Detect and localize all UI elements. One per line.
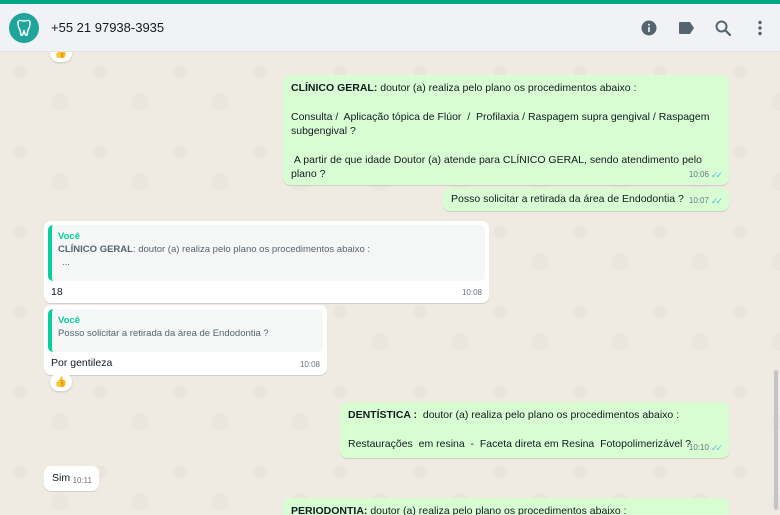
message-meta: 10:08 bbox=[462, 286, 482, 301]
quote-text: Posso solicitar a retirada da área de En… bbox=[58, 328, 269, 339]
message-text-part: doutor (a) realiza pelo plano os procedi… bbox=[417, 409, 680, 421]
message-time: 10:08 bbox=[299, 359, 320, 369]
read-ticks-icon: ✓✓ bbox=[710, 442, 723, 453]
message-text-part: doutor (a) realiza pelo plano os procedi… bbox=[377, 82, 637, 94]
message-text: A partir de que idade Doutor (a) atende … bbox=[291, 153, 705, 181]
message-incoming[interactable]: Você CLÍNICO GERAL: doutor (a) realiza p… bbox=[44, 221, 489, 303]
quoted-message[interactable]: Você CLÍNICO GERAL: doutor (a) realiza p… bbox=[48, 225, 485, 281]
quoted-message[interactable]: Você Posso solicitar a retirada da área … bbox=[48, 309, 323, 352]
quote-text: CLÍNICO GERAL: doutor (a) realiza pelo p… bbox=[58, 243, 477, 256]
message-text: Sim bbox=[52, 472, 71, 484]
avatar[interactable] bbox=[9, 12, 39, 43]
message-meta: 10:10 ✓✓ bbox=[688, 441, 723, 456]
message-time: 10:06 bbox=[688, 169, 709, 179]
menu-icon[interactable] bbox=[750, 18, 770, 38]
message-incoming[interactable]: Você Posso solicitar a retirada da área … bbox=[44, 305, 327, 375]
message-text: PERIODONTIA: doutor (a) realiza pelo pla… bbox=[291, 504, 721, 515]
read-ticks-icon: ✓✓ bbox=[710, 195, 723, 206]
message-time: 10:10 bbox=[688, 442, 709, 452]
message-outgoing[interactable]: CLÍNICO GERAL: doutor (a) realiza pelo p… bbox=[283, 75, 729, 185]
message-meta: 10:07 ✓✓ bbox=[688, 194, 723, 209]
message-text: CLÍNICO GERAL: doutor (a) realiza pelo p… bbox=[291, 81, 721, 96]
message-text: Posso solicitar a retirada da área de En… bbox=[451, 193, 684, 205]
message-outgoing[interactable]: DENTÍSTICA : doutor (a) realiza pelo pla… bbox=[340, 402, 729, 458]
message-meta: 10:08 bbox=[300, 358, 320, 373]
chat-area[interactable]: 👍 CLÍNICO GERAL: doutor (a) realiza pelo… bbox=[0, 52, 780, 515]
thumbs-up-icon: 👍 bbox=[54, 52, 68, 59]
message-text: Por gentileza bbox=[51, 357, 113, 369]
quote-more: ... bbox=[62, 257, 70, 268]
message-bold-text: CLÍNICO GERAL: bbox=[291, 82, 378, 94]
message-meta: 10:11 bbox=[73, 474, 92, 489]
message-bold-text: PERIODONTIA: bbox=[291, 505, 368, 515]
quote-author: Você bbox=[58, 315, 81, 326]
quote-author: Você bbox=[58, 231, 81, 242]
message-text: 18 bbox=[51, 286, 63, 298]
quote-text-part: : doutor (a) realiza pelo plano os proce… bbox=[132, 244, 371, 255]
message-meta: 10:06 ✓✓ bbox=[688, 168, 723, 183]
message-text: Restaurações em resina - Faceta direta e… bbox=[348, 437, 692, 450]
search-icon[interactable] bbox=[713, 18, 733, 38]
thumbs-up-icon: 👍 bbox=[54, 376, 68, 388]
chat-header: +55 21 97938-3935 bbox=[0, 4, 780, 52]
message-text: Consulta / Aplicação tópica de Flúor / P… bbox=[291, 110, 713, 138]
message-outgoing[interactable]: Posso solicitar a retirada da área de En… bbox=[443, 188, 729, 211]
reaction-thumbs-up[interactable]: 👍 bbox=[50, 52, 72, 62]
message-time: 10:07 bbox=[688, 195, 709, 205]
message-outgoing[interactable]: PERIODONTIA: doutor (a) realiza pelo pla… bbox=[283, 498, 729, 515]
message-incoming[interactable]: Sim 10:11 bbox=[44, 466, 99, 491]
message-time: 10:11 bbox=[72, 475, 92, 485]
message-bold-text: DENTÍSTICA : bbox=[348, 409, 418, 421]
reaction-thumbs-up[interactable]: 👍 bbox=[50, 373, 72, 391]
message-time: 10:08 bbox=[461, 287, 482, 297]
info-icon[interactable] bbox=[639, 18, 659, 38]
message-text-part: doutor (a) realiza pelo plano os procedi… bbox=[367, 505, 627, 515]
scrollbar[interactable] bbox=[774, 370, 778, 510]
message-text: DENTÍSTICA : doutor (a) realiza pelo pla… bbox=[348, 408, 721, 423]
contact-name[interactable]: +55 21 97938-3935 bbox=[51, 20, 164, 35]
label-icon[interactable] bbox=[676, 18, 696, 38]
read-ticks-icon: ✓✓ bbox=[710, 169, 723, 180]
tooth-logo-icon bbox=[17, 19, 31, 36]
quote-bold-text: CLÍNICO GERAL bbox=[58, 244, 133, 255]
